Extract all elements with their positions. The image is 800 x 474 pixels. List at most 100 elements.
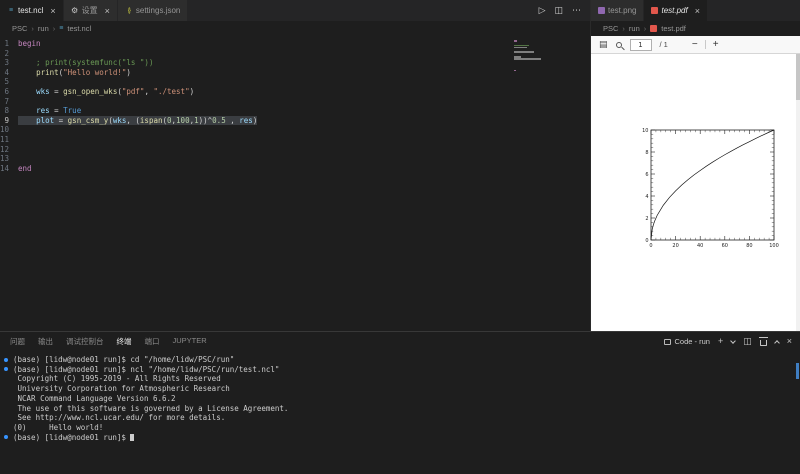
line-number: 2 (0, 49, 18, 59)
terminal-text: See http://www.ncl.ucar.edu/ for more de… (13, 413, 225, 422)
editor-group-right: test.png test.pdf × PSC › run › test.pdf ▤ / 1… (591, 0, 800, 331)
more-actions-button[interactable]: ⋯ (572, 6, 581, 15)
token: ) (126, 68, 131, 77)
token: wks (113, 116, 127, 125)
close-panel-icon[interactable]: × (787, 337, 792, 346)
breadcrumb-item[interactable]: run (38, 24, 49, 33)
zoom-out-button[interactable]: − (692, 40, 698, 50)
right-tab-bar: test.png test.pdf × (591, 0, 800, 21)
split-editor-button[interactable]: ◫ (554, 6, 563, 15)
svg-text:4: 4 (645, 194, 648, 200)
token: "pdf" (122, 87, 145, 96)
split-terminal-button[interactable]: ◫ (743, 337, 752, 346)
code-text: res = True (18, 106, 81, 116)
svg-text:60: 60 (722, 243, 728, 249)
code-editor[interactable]: 1begin23 ; print(systemfunc("ls "))4 pri… (0, 36, 590, 331)
page-total-label: / 1 (660, 40, 668, 49)
terminal-text: Copyright (C) 1995-2019 - All Rights Res… (13, 374, 221, 383)
breadcrumb-item[interactable]: run (629, 24, 640, 33)
panel-tab-问题[interactable]: 问题 (10, 336, 25, 347)
new-terminal-button[interactable]: + (718, 337, 723, 346)
code-line: 9 plot = gsn_csm_y(wks, (ispan(0,100,1))… (0, 116, 590, 126)
terminal-picker-label: Code - run (675, 337, 710, 346)
breadcrumb-item[interactable]: PSC (603, 24, 618, 33)
token: res (36, 106, 50, 115)
panel-tab-终端[interactable]: 终端 (117, 336, 132, 347)
tab-test.png[interactable]: test.png (591, 0, 644, 21)
panel-tab-输出[interactable]: 输出 (38, 336, 53, 347)
close-icon[interactable]: × (50, 6, 55, 16)
zoom-in-button[interactable]: + (713, 40, 719, 50)
token: "./test" (153, 87, 189, 96)
tab-test.ncl[interactable]: ≡test.ncl× (0, 0, 64, 21)
code-line: 1begin (0, 39, 590, 49)
token: begin (18, 39, 41, 48)
tab-settings.json[interactable]: {}settings.json (118, 0, 188, 21)
code-line: 10 (0, 125, 590, 135)
code-line: 6 wks = gsn_open_wks("pdf", "./test") (0, 87, 590, 97)
minimap[interactable] (514, 40, 544, 72)
line-number: 3 (0, 58, 18, 68)
line-number: 5 (0, 77, 18, 87)
tab-设置[interactable]: ⚙设置× (64, 0, 118, 21)
token: = (50, 106, 64, 115)
line-number: 12 (0, 145, 18, 155)
close-icon[interactable]: × (105, 6, 110, 16)
pdf-scrollbar-thumb[interactable] (796, 54, 800, 100)
line-number: 1 (0, 39, 18, 49)
minimap-mark (514, 70, 516, 72)
terminal-cursor (130, 434, 134, 441)
token: end (18, 164, 32, 173)
token: True (63, 106, 81, 115)
line-number: 4 (0, 68, 18, 78)
panel-tab-JUPYTER[interactable]: JUPYTER (173, 336, 207, 347)
command-decoration-icon[interactable] (4, 435, 8, 439)
pdf-icon (650, 25, 657, 32)
page-number-input[interactable] (630, 39, 652, 51)
panel-tab-端口[interactable]: 端口 (145, 336, 160, 347)
terminal[interactable]: (base) [lidw@node01 run]$ cd "/home/lidw… (0, 351, 800, 474)
token: ) (253, 116, 258, 125)
token: ispan (140, 116, 163, 125)
code-text: plot = gsn_csm_y(wks, (ispan(0,100,1))^0… (18, 116, 257, 126)
minimap-mark (514, 47, 527, 49)
token: ))^ (199, 116, 213, 125)
editor-actions: ▷ ◫ ⋯ (530, 0, 590, 21)
json-icon: {} (125, 7, 133, 15)
panel-tab-调试控制台[interactable]: 调试控制台 (66, 336, 104, 347)
search-icon[interactable] (616, 42, 622, 48)
token: wks (36, 87, 50, 96)
tab-label: 设置 (82, 5, 98, 16)
command-decoration-icon[interactable] (4, 367, 8, 371)
pdf-icon (651, 7, 658, 14)
maximize-panel-icon[interactable] (774, 340, 780, 346)
left-tabs: ≡test.ncl×⚙设置×{}settings.json (0, 0, 188, 21)
breadcrumb-item[interactable]: PSC (12, 24, 27, 33)
breadcrumb-item[interactable]: test.ncl (67, 24, 91, 33)
ncl-icon: ≡ (7, 7, 15, 15)
kill-terminal-icon[interactable] (760, 340, 767, 346)
pdf-scrollbar[interactable] (796, 54, 800, 331)
pdf-page: 0204060801000246810 (591, 54, 800, 331)
code-text: ; print(systemfunc("ls ")) (18, 58, 153, 68)
terminal-picker[interactable]: Code - run (664, 337, 710, 346)
terminal-line: (base) [lidw@node01 run]$ cd "/home/lidw… (13, 355, 800, 365)
terminal-dropdown-icon[interactable] (730, 338, 736, 344)
panel-header: 问题 输出 调试控制台 终端 端口 JUPYTER Code - run + ◫ × (0, 332, 800, 351)
breadcrumb-separator: › (622, 24, 625, 33)
tab-test.pdf[interactable]: test.pdf × (644, 0, 708, 21)
token (18, 87, 36, 96)
run-file-button[interactable]: ▷ (539, 6, 546, 15)
line-number: 9 (0, 116, 18, 126)
token: 100 (176, 116, 190, 125)
left-tab-bar: ≡test.ncl×⚙设置×{}settings.json ▷ ◫ ⋯ (0, 0, 590, 21)
tab-label: test.pdf (661, 6, 687, 15)
command-decoration-icon[interactable] (4, 358, 8, 362)
breadcrumb-item[interactable]: test.pdf (661, 24, 686, 33)
token: print (36, 68, 59, 77)
code-line: 12 (0, 145, 590, 155)
close-icon[interactable]: × (695, 6, 700, 16)
sidebar-toggle-icon[interactable]: ▤ (599, 40, 608, 49)
breadcrumb-separator: › (644, 24, 647, 33)
terminal-text: The use of this software is governed by … (13, 404, 288, 413)
